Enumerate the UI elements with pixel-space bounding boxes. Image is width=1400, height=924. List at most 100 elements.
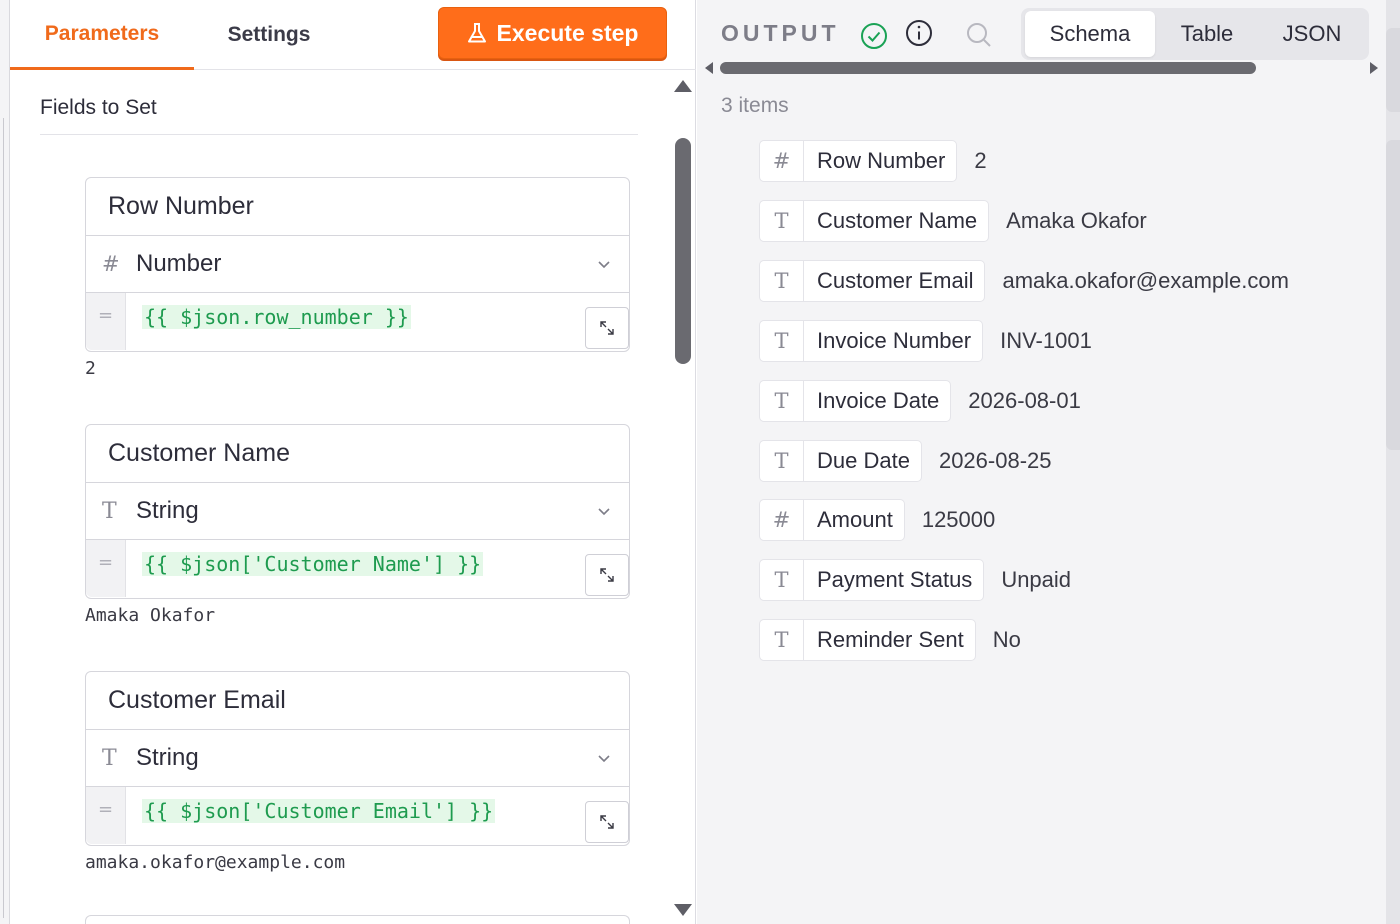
panel-tabs: Parameters Settings Execute step — [10, 0, 696, 70]
field-assignment: Row Number # Number = {{ $json.row_numbe… — [85, 177, 630, 352]
left-edge — [0, 0, 10, 924]
equals-icon: = — [86, 540, 126, 597]
expand-icon — [600, 568, 614, 582]
text-type-icon: T — [760, 381, 804, 421]
search-icon[interactable] — [965, 21, 993, 49]
field-result-preview: 2 — [85, 358, 96, 379]
text-type-icon: T — [102, 498, 117, 524]
schema-key: Payment Status — [817, 567, 973, 592]
text-type-icon: T — [760, 620, 804, 660]
output-title: OUTPUT — [721, 20, 840, 46]
field-type-label: String — [136, 497, 199, 524]
schema-key-pill[interactable]: T Reminder Sent — [759, 619, 976, 661]
hash-icon: # — [760, 141, 804, 181]
schema-row: T Payment Status Unpaid — [759, 559, 1071, 601]
field-assignment-partial — [85, 915, 630, 924]
schema-row: T Due Date 2026-08-25 — [759, 440, 1052, 482]
tab-settings[interactable]: Settings — [194, 0, 344, 70]
schema-value: 2026-08-01 — [968, 388, 1081, 413]
horizontal-scrollbar[interactable] — [720, 62, 1256, 74]
scroll-down-arrow[interactable] — [674, 904, 692, 916]
schema-key: Row Number — [817, 148, 946, 173]
field-result-preview: amaka.okafor@example.com — [85, 852, 346, 873]
schema-value: Amaka Okafor — [1006, 208, 1147, 233]
equals-icon: = — [86, 293, 126, 350]
schema-key-pill[interactable]: T Invoice Date — [759, 380, 952, 422]
field-value-input[interactable]: = {{ $json['Customer Name'] }} — [86, 540, 629, 598]
field-name-input[interactable]: Row Number — [86, 178, 629, 236]
scroll-up-arrow[interactable] — [674, 80, 692, 92]
schema-key: Reminder Sent — [817, 627, 964, 652]
text-type-icon: T — [760, 441, 804, 481]
field-value-input[interactable]: = {{ $json.row_number }} — [86, 293, 629, 351]
schema-value: 125000 — [921, 507, 996, 532]
open-expression-editor-button[interactable] — [585, 307, 629, 349]
schema-row: # Row Number 2 — [759, 140, 987, 182]
text-type-icon: T — [760, 201, 804, 241]
view-switcher: Schema Table JSON — [1021, 8, 1369, 60]
schema-row: T Customer Email amaka.okafor@example.co… — [759, 260, 1289, 302]
execute-step-button[interactable]: Execute step — [438, 7, 667, 59]
parameters-panel: Parameters Settings Execute step Fields … — [10, 0, 696, 924]
schema-value: 2 — [974, 148, 987, 173]
view-table-button[interactable]: Table — [1155, 11, 1259, 57]
open-expression-editor-button[interactable] — [585, 801, 629, 843]
schema-value: 2026-08-25 — [938, 448, 1052, 473]
field-result-preview: Amaka Okafor — [85, 605, 216, 626]
schema-key-pill[interactable]: T Invoice Number — [759, 320, 984, 362]
schema-row: # Amount 125000 — [759, 499, 995, 541]
check-circle-icon — [861, 23, 887, 49]
expand-icon — [600, 321, 614, 335]
field-assignment: Customer Email T String = {{ $json['Cust… — [85, 671, 630, 846]
flask-icon — [467, 23, 486, 43]
output-panel: OUTPUT Schema Table JSON 3 items # Row N… — [697, 0, 1386, 924]
scroll-left-arrow[interactable] — [705, 62, 713, 74]
tab-parameters[interactable]: Parameters — [10, 0, 194, 70]
field-name-input[interactable]: Customer Name — [86, 425, 629, 483]
expression-text: {{ $json['Customer Email'] }} — [142, 799, 496, 823]
schema-key-pill[interactable]: # Row Number — [759, 140, 958, 182]
field-value-input[interactable]: = {{ $json['Customer Email'] }} — [86, 787, 629, 845]
field-assignment: Customer Name T String = {{ $json['Custo… — [85, 424, 630, 599]
chevron-down-icon — [598, 755, 610, 763]
field-type-select[interactable]: # Number — [86, 236, 629, 293]
hash-icon: # — [760, 500, 804, 540]
open-expression-editor-button[interactable] — [585, 554, 629, 596]
schema-key-pill[interactable]: T Payment Status — [759, 559, 985, 601]
fields-to-set-title: Fields to Set — [40, 96, 157, 119]
right-edge — [1386, 0, 1400, 924]
text-type-icon: T — [760, 321, 804, 361]
field-name-input[interactable]: Customer Email — [86, 672, 629, 730]
schema-value: Unpaid — [1001, 567, 1072, 592]
hash-icon: # — [102, 252, 120, 276]
text-type-icon: T — [760, 261, 804, 301]
schema-key: Amount — [817, 507, 893, 532]
expression-text: {{ $json['Customer Name'] }} — [142, 552, 484, 576]
schema-key-pill[interactable]: T Due Date — [759, 440, 922, 482]
schema-row: T Reminder Sent No — [759, 619, 1021, 661]
info-icon[interactable] — [904, 18, 934, 48]
schema-key-pill[interactable]: # Amount — [759, 499, 905, 541]
view-json-button[interactable]: JSON — [1259, 11, 1365, 57]
text-type-icon: T — [102, 745, 117, 771]
schema-key: Customer Email — [817, 268, 974, 293]
schema-key: Customer Name — [817, 208, 978, 233]
field-type-label: Number — [136, 250, 222, 277]
right-edge-tab — [1386, 270, 1400, 360]
field-type-select[interactable]: T String — [86, 483, 629, 540]
field-type-select[interactable]: T String — [86, 730, 629, 787]
scroll-right-arrow[interactable] — [1370, 62, 1378, 74]
items-count: 3 items — [721, 94, 789, 117]
view-schema-button[interactable]: Schema — [1025, 11, 1155, 57]
schema-value: INV-1001 — [1000, 328, 1092, 353]
schema-key-pill[interactable]: T Customer Email — [759, 260, 986, 302]
schema-row: T Invoice Number INV-1001 — [759, 320, 1092, 362]
vertical-scrollbar[interactable] — [675, 138, 691, 364]
text-type-icon: T — [760, 560, 804, 600]
execute-step-label: Execute step — [496, 19, 639, 46]
divider — [40, 134, 638, 135]
schema-key: Invoice Number — [817, 328, 972, 353]
schema-value: No — [992, 627, 1021, 652]
schema-row: T Customer Name Amaka Okafor — [759, 200, 1147, 242]
schema-key-pill[interactable]: T Customer Name — [759, 200, 990, 242]
